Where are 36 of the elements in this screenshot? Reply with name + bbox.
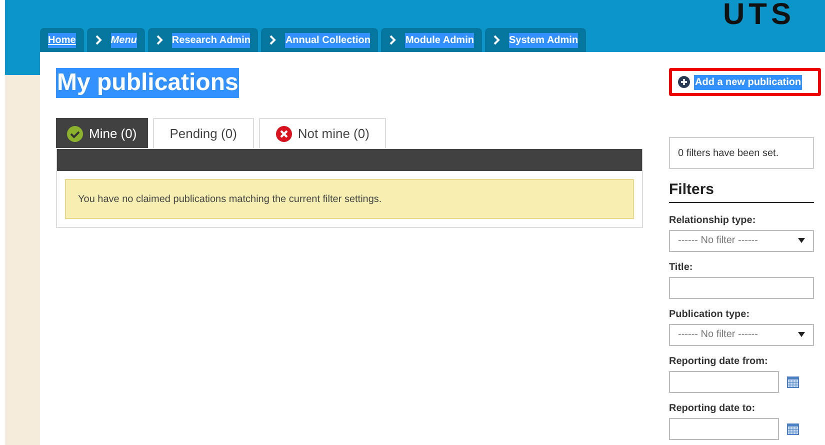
chevron-icon xyxy=(269,35,278,45)
filters-status: 0 filters have been set. xyxy=(669,137,814,169)
plus-circle-icon xyxy=(678,76,690,88)
page-title: My publications xyxy=(56,68,240,98)
field-label: Reporting date to: xyxy=(669,402,756,416)
logo: UTS xyxy=(723,0,795,30)
field-label: Reporting date from: xyxy=(669,354,769,368)
nav-tab[interactable]: Menu xyxy=(86,28,145,52)
error-circle-icon xyxy=(276,126,292,142)
tab[interactable]: Not mine (0) xyxy=(258,118,386,148)
notice-message: You have no claimed publications matching the current filter settings. xyxy=(65,179,634,219)
chevron-icon xyxy=(156,35,164,45)
nav-tab[interactable]: Home xyxy=(40,28,84,52)
date-field[interactable] xyxy=(669,370,779,392)
chevron-icon xyxy=(492,35,501,45)
nav-tab[interactable]: Research Admin xyxy=(148,28,258,52)
check-circle-icon xyxy=(67,126,83,142)
filter-dropdown[interactable]: ------ No filter ------ xyxy=(669,324,814,346)
dropdown-caret-icon xyxy=(798,238,805,243)
tab[interactable]: Mine (0) xyxy=(56,118,148,148)
nav-tab[interactable]: Annual Collection xyxy=(261,28,378,52)
chevron-icon xyxy=(94,35,103,45)
filter-dropdown[interactable]: ------ No filter ------ xyxy=(669,230,814,252)
chevron-icon xyxy=(389,35,398,45)
field-label: Publication type: xyxy=(669,308,751,322)
dropdown-caret-icon xyxy=(798,332,805,337)
tab[interactable]: Pending (0) xyxy=(152,118,254,148)
filters-heading: Filters xyxy=(669,179,814,202)
nav-tab[interactable]: System Admin xyxy=(484,28,586,52)
date-field[interactable] xyxy=(669,418,779,440)
calendar-icon[interactable] xyxy=(787,376,799,388)
input-field[interactable] xyxy=(669,276,814,298)
nav-tab[interactable]: Module Admin xyxy=(381,28,482,52)
field-label: Title: xyxy=(669,260,694,274)
field-label: Relationship type: xyxy=(669,214,757,228)
calendar-icon[interactable] xyxy=(787,422,799,434)
